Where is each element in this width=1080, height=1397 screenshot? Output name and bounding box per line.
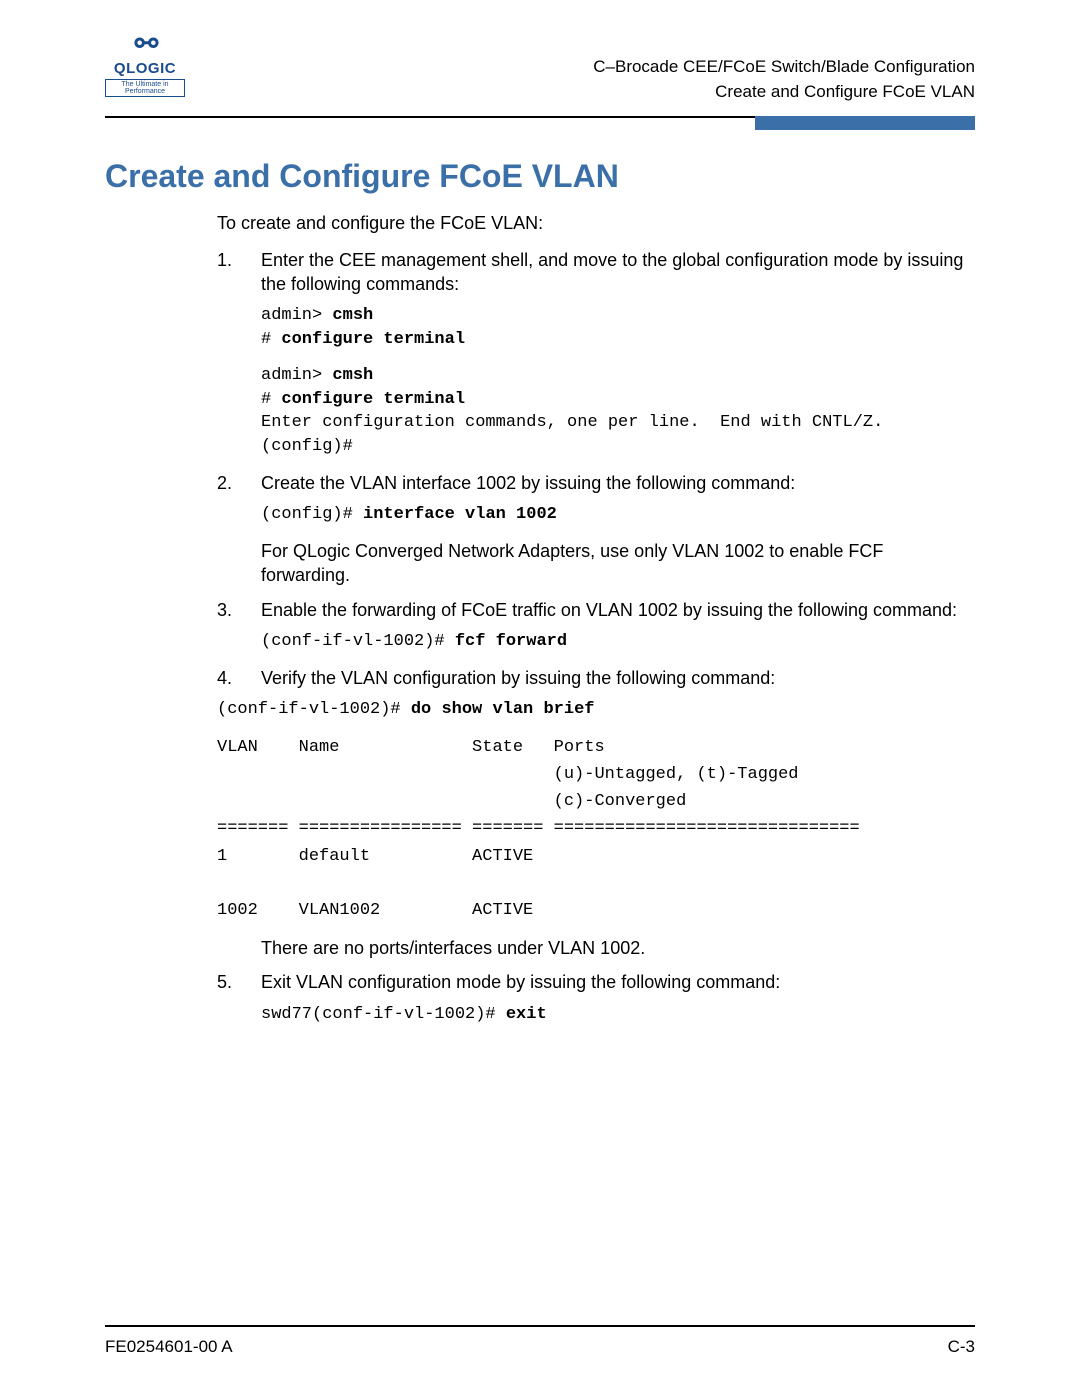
step-2: Create the VLAN interface 1002 by issuin… [217, 471, 975, 588]
step-2-text: Create the VLAN interface 1002 by issuin… [261, 471, 975, 495]
page-footer: FE0254601-00 A C-3 [105, 1325, 975, 1357]
page-title: Create and Configure FCoE VLAN [105, 158, 975, 195]
step-4-output: VLAN Name State Ports (u)-Untagged, (t)-… [217, 734, 975, 924]
code-prompt: # [261, 390, 281, 409]
step-3-text: Enable the forwarding of FCoE traffic on… [261, 598, 975, 622]
code-cmd: interface vlan 1002 [363, 505, 557, 524]
code-output: (config)# [261, 437, 353, 456]
code-cmd: cmsh [332, 366, 373, 385]
code-cmd: do show vlan brief [411, 700, 595, 719]
code-prompt: admin> [261, 306, 332, 325]
code-cmd: configure terminal [281, 390, 465, 409]
header-rule [105, 116, 975, 130]
step-1-text: Enter the CEE management shell, and move… [261, 248, 975, 297]
code-prompt: # [261, 330, 281, 349]
header-line-2: Create and Configure FCoE VLAN [593, 80, 975, 105]
qlogic-icon: ⚯ [105, 30, 185, 58]
logo-brand-text: QLOGIC [105, 60, 185, 77]
code-prompt: admin> [261, 366, 332, 385]
step-1: Enter the CEE management shell, and move… [217, 248, 975, 459]
step-5-text: Exit VLAN configuration mode by issuing … [261, 970, 975, 994]
code-cmd: fcf forward [455, 632, 567, 651]
steps-list: Enter the CEE management shell, and move… [217, 248, 975, 1027]
step-5: Exit VLAN configuration mode by issuing … [217, 970, 975, 1026]
footer-doc-id: FE0254601-00 A [105, 1337, 233, 1357]
step-4-text: Verify the VLAN configuration by issuing… [261, 666, 975, 690]
code-prompt: (config)# [261, 505, 363, 524]
code-prompt: (conf-if-vl-1002)# [261, 632, 455, 651]
code-cmd: configure terminal [281, 330, 465, 349]
code-cmd: cmsh [332, 306, 373, 325]
logo-tagline: The Ultimate in Performance [105, 79, 185, 97]
step-2-code: (config)# interface vlan 1002 [261, 503, 975, 527]
code-prompt: swd77(conf-if-vl-1002)# [261, 1005, 506, 1024]
step-4-note: There are no ports/interfaces under VLAN… [261, 936, 975, 960]
code-prompt: (conf-if-vl-1002)# [217, 700, 411, 719]
rule-accent-block [755, 116, 975, 130]
step-4-code: (conf-if-vl-1002)# do show vlan brief [217, 698, 975, 722]
step-3-code: (conf-if-vl-1002)# fcf forward [261, 630, 975, 654]
code-output: Enter configuration commands, one per li… [261, 413, 883, 432]
header-line-1: C–Brocade CEE/FCoE Switch/Blade Configur… [593, 55, 975, 80]
content-body: To create and configure the FCoE VLAN: E… [217, 211, 975, 1026]
logo: ⚯ QLOGIC The Ultimate in Performance [105, 30, 185, 97]
step-2-note: For QLogic Converged Network Adapters, u… [261, 539, 975, 588]
step-4: Verify the VLAN configuration by issuing… [217, 666, 975, 961]
footer-page-number: C-3 [948, 1337, 975, 1357]
intro-text: To create and configure the FCoE VLAN: [217, 211, 975, 235]
header-title-block: C–Brocade CEE/FCoE Switch/Blade Configur… [593, 30, 975, 104]
step-1-code-block-1: admin> cmsh # configure terminal [261, 304, 975, 352]
page-header: ⚯ QLOGIC The Ultimate in Performance C–B… [105, 30, 975, 104]
code-cmd: exit [506, 1005, 547, 1024]
step-1-code-block-2: admin> cmsh # configure terminal Enter c… [261, 364, 975, 459]
step-3: Enable the forwarding of FCoE traffic on… [217, 598, 975, 654]
step-5-code: swd77(conf-if-vl-1002)# exit [261, 1003, 975, 1027]
